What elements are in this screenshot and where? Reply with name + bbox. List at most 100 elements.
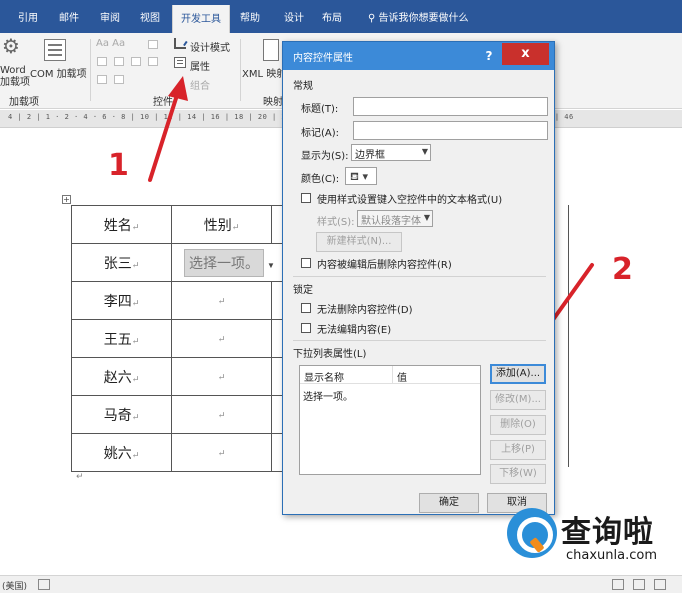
text-controls-icon[interactable]: Aa Aa	[96, 38, 125, 49]
properties-button[interactable]: 属性	[190, 58, 210, 73]
table-cell[interactable]: 张三↵	[71, 243, 172, 282]
tell-me-label: 告诉我你想要做什么	[378, 13, 469, 24]
cannot-edit-checkbox[interactable]	[301, 323, 311, 333]
table-cell[interactable]: 李四↵	[71, 281, 172, 320]
table-move-handle[interactable]: +	[62, 195, 71, 204]
tab-review[interactable]: 审阅	[100, 9, 120, 24]
com-addins-button[interactable]: COM 加载项	[30, 65, 87, 80]
show-as-select[interactable]: 边界框 ▼	[351, 144, 431, 161]
paint-bucket-icon: ⛾ ▾	[350, 170, 369, 183]
paragraph-mark: ↵	[217, 295, 226, 306]
paragraph-mark: ↵	[131, 449, 140, 460]
divider	[293, 340, 546, 341]
table-cell[interactable]: ↵	[171, 433, 272, 472]
chevron-down-icon[interactable]: ▼	[267, 261, 275, 270]
table-cell[interactable]: 姚六↵	[71, 433, 172, 472]
name-cell: 张三	[103, 256, 132, 272]
column-divider	[392, 366, 393, 384]
word-addins-button[interactable]: Word 加载项	[0, 65, 30, 89]
remove-button[interactable]: 删除(O)	[490, 415, 546, 435]
new-style-button[interactable]: 新建样式(N)...	[316, 232, 402, 252]
ok-button[interactable]: 确定	[419, 493, 479, 513]
tab-references[interactable]: 引用	[18, 9, 38, 24]
remove-when-edited-label: 内容被编辑后删除内容控件(R)	[317, 260, 452, 271]
paragraph-mark: ↵	[217, 409, 226, 420]
table-cell[interactable]: ↵	[171, 319, 272, 358]
close-button[interactable]: x	[502, 43, 549, 65]
tab-mailings[interactable]: 邮件	[59, 9, 79, 24]
tell-me-search[interactable]: ⚲ 告诉我你想要做什么	[368, 9, 469, 24]
table-row: 姚六↵ ↵	[71, 433, 302, 472]
table-cell[interactable]: ↵	[171, 281, 272, 320]
header-gender: 性别	[203, 218, 232, 234]
picture-control-icon[interactable]	[148, 40, 158, 49]
tab-developer[interactable]: 开发工具	[172, 5, 230, 33]
building-block-icon[interactable]	[97, 75, 107, 84]
addins-group-label: 加载项	[9, 97, 39, 108]
properties-icon	[174, 57, 186, 68]
paragraph-mark: ↵	[217, 333, 226, 344]
tag-label: 标记(A):	[301, 128, 340, 139]
table-cell[interactable]: 马奇↵	[71, 395, 172, 434]
header-name: 姓名	[103, 218, 132, 234]
dialog-title: 内容控件属性	[293, 53, 353, 64]
modify-button[interactable]: 修改(M)...	[490, 390, 546, 410]
legacy-tools-icon[interactable]	[114, 75, 124, 84]
list-item[interactable]: 选择一项。	[303, 388, 353, 403]
tag-input[interactable]	[353, 121, 548, 140]
design-mode-button[interactable]: 设计模式	[190, 39, 230, 54]
paragraph-mark: ↵	[131, 335, 140, 346]
cannot-delete-checkbox[interactable]	[301, 303, 311, 313]
combobox-control-icon[interactable]	[114, 57, 124, 66]
table-cell[interactable]: ↵	[171, 357, 272, 396]
column-value[interactable]: 值	[397, 369, 407, 384]
tab-help[interactable]: 帮助	[240, 9, 260, 24]
xml-mapping-button[interactable]: XML 映射	[242, 65, 286, 80]
chaxunla-logo-icon	[507, 508, 557, 558]
table-row: 赵六↵ ↵	[71, 357, 302, 396]
add-button[interactable]: 添加(A)...	[490, 364, 546, 384]
table-cell[interactable]: 赵六↵	[71, 357, 172, 396]
print-layout-icon[interactable]	[633, 579, 645, 590]
use-style-checkbox[interactable]	[301, 193, 311, 203]
table-cell[interactable]: ↵	[171, 395, 272, 434]
paragraph-mark: ↵	[217, 371, 226, 382]
dropdown-items-list[interactable]: 显示名称 值 选择一项。	[299, 365, 481, 475]
tab-design[interactable]: 设计	[284, 9, 304, 24]
dropdown-control-icon[interactable]	[131, 57, 141, 66]
name-cell: 李四	[103, 294, 132, 310]
color-picker[interactable]: ⛾ ▾	[345, 167, 377, 185]
web-layout-icon[interactable]	[654, 579, 666, 590]
tab-view[interactable]: 视图	[140, 9, 160, 24]
color-label: 颜色(C):	[301, 174, 340, 185]
group-button[interactable]: 组合	[190, 77, 210, 92]
use-style-label: 使用样式设置键入空控件中的文本格式(U)	[317, 195, 503, 206]
table-cell[interactable]: 姓名↵	[71, 205, 172, 244]
dialog-title-bar[interactable]: 内容控件属性 ? x	[283, 42, 554, 70]
com-addins-icon	[44, 39, 66, 61]
table-right-border	[568, 205, 569, 467]
date-control-icon[interactable]	[148, 57, 158, 66]
paragraph-mark: ↵	[131, 297, 140, 308]
table-row: 马奇↵ ↵	[71, 395, 302, 434]
tab-layout[interactable]: 布局	[322, 9, 342, 24]
checkbox-control-icon[interactable]	[97, 57, 107, 66]
move-down-button[interactable]: 下移(W)	[490, 464, 546, 484]
dropdown-content-control[interactable]: 选择一项。	[184, 248, 264, 277]
dropdown-properties-label: 下拉列表属性(L)	[293, 349, 367, 360]
move-up-button[interactable]: 上移(P)	[490, 440, 546, 460]
remove-when-edited-checkbox[interactable]	[301, 258, 311, 268]
style-select[interactable]: 默认段落字体 ▼	[357, 210, 433, 227]
read-mode-icon[interactable]	[612, 579, 624, 590]
chevron-down-icon: ▼	[421, 147, 428, 156]
table-cell[interactable]: 性别↵	[171, 205, 272, 244]
help-button[interactable]: ?	[479, 46, 499, 66]
table-cell[interactable]: 王五↵	[71, 319, 172, 358]
macro-record-icon[interactable]	[38, 579, 50, 590]
column-display-name[interactable]: 显示名称	[304, 369, 344, 384]
language-status[interactable]: (美国)	[2, 579, 27, 592]
dropdown-placeholder: 选择一项。	[189, 256, 259, 272]
cannot-delete-label: 无法删除内容控件(D)	[317, 305, 413, 316]
title-input[interactable]	[353, 97, 548, 116]
show-as-value: 边界框	[355, 150, 385, 161]
